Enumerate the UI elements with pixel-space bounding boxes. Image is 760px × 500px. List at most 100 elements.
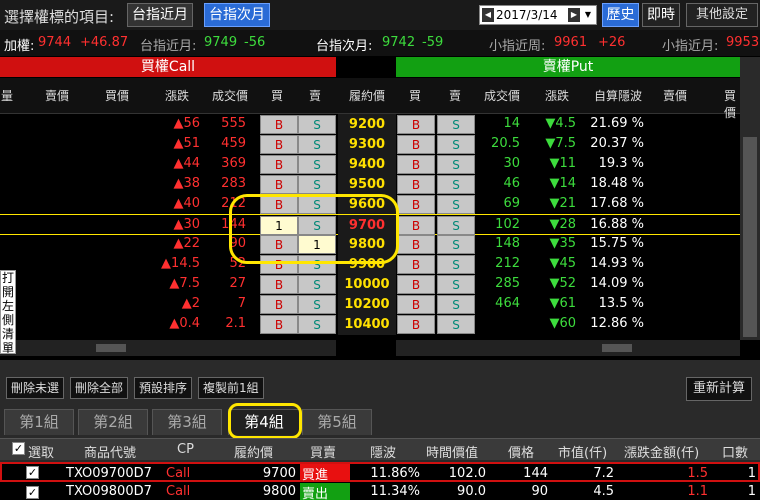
next-month-label: 台指次月:	[316, 39, 373, 54]
realtime-button[interactable]: 即時	[642, 3, 680, 27]
history-button[interactable]: 歷史	[602, 3, 639, 27]
default-sort-button[interactable]: 預設排序	[134, 377, 193, 399]
put-sell-button[interactable]: S	[437, 195, 475, 214]
put-buy-button[interactable]: B	[397, 115, 435, 134]
calendar-dropdown-icon[interactable]: ▼	[582, 8, 594, 22]
put-sell-button[interactable]: S	[437, 155, 475, 174]
put-sell-button[interactable]: S	[437, 235, 475, 254]
put-sell-button[interactable]: S	[437, 135, 475, 154]
mini-week-label: 小指近周:	[489, 39, 546, 54]
prev-date-icon[interactable]: ◀	[482, 8, 494, 22]
put-price: 30	[503, 156, 520, 171]
implied-volatility: 12.86 %	[590, 316, 644, 331]
call-put: Call	[166, 466, 191, 481]
put-buy-button[interactable]: B	[397, 315, 435, 334]
put-buy-button[interactable]: B	[397, 216, 435, 235]
call-buy-button[interactable]: B	[260, 155, 298, 174]
put-buy-button[interactable]: B	[397, 155, 435, 174]
put-sell-button[interactable]: S	[437, 255, 475, 274]
put-price: 148	[495, 236, 520, 251]
strike-price: 10200	[338, 294, 396, 315]
taiex-value: 9744	[38, 35, 72, 50]
col-qty: 量	[0, 89, 13, 103]
call-buy-button[interactable]: B	[260, 315, 298, 334]
row-checkbox[interactable]: ✓	[26, 486, 39, 499]
top-toolbar: 選擇權標的項目: 台指近月 台指次月 ◀ 2017/3/14 ▶ ▼ 歷史 即時…	[0, 0, 760, 30]
call-sell-button[interactable]: S	[298, 135, 336, 154]
tab-near-month[interactable]: 台指近月	[127, 3, 193, 27]
tab-group-3[interactable]: 第3組	[152, 409, 222, 435]
put-buy-button[interactable]: B	[397, 255, 435, 274]
copy-previous-group-button[interactable]: 複製前1組	[198, 377, 264, 399]
scroll-thumb[interactable]	[96, 344, 126, 352]
col-call-price: 成交價	[211, 89, 248, 103]
row-checkbox[interactable]: ✓	[26, 466, 39, 479]
annotation-highlight	[229, 194, 399, 264]
near-month-label: 台指近月:	[140, 39, 197, 54]
settings-button[interactable]: 其他設定	[686, 3, 758, 27]
put-buy-button[interactable]: B	[397, 135, 435, 154]
col-put-buy: 買	[408, 89, 421, 103]
call-buy-button[interactable]: B	[260, 135, 298, 154]
open-left-panel-tab[interactable]: 打開左側清單	[0, 270, 16, 355]
call-buy-button[interactable]: B	[260, 115, 298, 134]
scroll-thumb[interactable]	[743, 137, 757, 337]
tab-group-2[interactable]: 第2組	[78, 409, 148, 435]
put-horizontal-scrollbar[interactable]	[396, 340, 740, 356]
put-buy-button[interactable]: B	[397, 175, 435, 194]
call-buy-button[interactable]: B	[260, 175, 298, 194]
call-sell-button[interactable]: S	[298, 295, 336, 314]
put-price: 69	[503, 196, 520, 211]
put-price: 14	[503, 116, 520, 131]
tab-next-month[interactable]: 台指次月	[204, 3, 270, 27]
call-sell-button[interactable]: S	[298, 175, 336, 194]
put-sell-button[interactable]: S	[437, 295, 475, 314]
position-row[interactable]: ✓ TXO09700D7 Call 9700 買進 11.86% 102.0 1…	[0, 462, 760, 483]
tab-group-5[interactable]: 第5組	[302, 409, 372, 435]
near-month-value: 9749	[204, 35, 238, 50]
put-buy-button[interactable]: B	[397, 195, 435, 214]
strike-price: 9500	[338, 174, 396, 195]
date-picker[interactable]: ◀ 2017/3/14 ▶ ▼	[479, 5, 597, 25]
put-sell-button[interactable]: S	[437, 275, 475, 294]
scroll-thumb[interactable]	[602, 344, 632, 352]
position-row[interactable]: ✓ TXO09800D7 Call 9800 賣出 11.34% 90.0 90…	[0, 482, 760, 500]
chain-row: ▲0.4 2.1 B S 10400 B S ▼60 12.86 %	[0, 314, 740, 335]
call-horizontal-scrollbar[interactable]	[0, 340, 336, 356]
call-sell-button[interactable]: S	[298, 275, 336, 294]
put-price: 212	[495, 256, 520, 271]
delete-all-button[interactable]: 刪除全部	[70, 377, 129, 399]
tab-group-1[interactable]: 第1組	[4, 409, 74, 435]
mini-week-change: +26	[598, 35, 626, 50]
call-change: ▲44	[173, 156, 200, 171]
implied-volatility: 16.88 %	[590, 217, 644, 232]
strike-price: 10400	[338, 314, 396, 335]
implied-volatility: 18.48 %	[590, 176, 644, 191]
put-buy-button[interactable]: B	[397, 295, 435, 314]
call-buy-button[interactable]: B	[260, 275, 298, 294]
col-put-ask: 賣價	[662, 89, 687, 103]
delete-unselected-button[interactable]: 刪除未選	[6, 377, 65, 399]
call-sell-button[interactable]: S	[298, 315, 336, 334]
put-buy-button[interactable]: B	[397, 275, 435, 294]
put-sell-button[interactable]: S	[437, 216, 475, 235]
put-buy-button[interactable]: B	[397, 235, 435, 254]
implied-volatility: 14.09 %	[590, 276, 644, 291]
call-buy-button[interactable]: B	[260, 295, 298, 314]
call-sell-button[interactable]: S	[298, 155, 336, 174]
quantity: 1	[747, 484, 756, 499]
time-value: 90.0	[457, 484, 486, 499]
recalculate-button[interactable]: 重新計算	[686, 377, 752, 401]
put-sell-button[interactable]: S	[437, 175, 475, 194]
quantity: 1	[747, 466, 756, 481]
next-date-icon[interactable]: ▶	[568, 8, 580, 22]
put-sell-button[interactable]: S	[437, 315, 475, 334]
select-all-checkbox[interactable]: ✓	[12, 442, 25, 455]
strike: 9800	[262, 484, 296, 499]
call-change: ▲0.4	[169, 316, 200, 331]
chain-vertical-scrollbar[interactable]	[740, 57, 760, 340]
call-price: 369	[221, 156, 246, 171]
call-sell-button[interactable]: S	[298, 115, 336, 134]
call-change: ▲14.5	[161, 256, 200, 271]
put-sell-button[interactable]: S	[437, 115, 475, 134]
